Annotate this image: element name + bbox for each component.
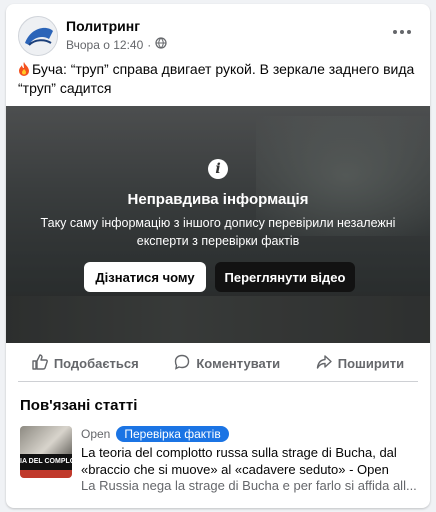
post-meta: Вчора о 12:40 · [66,37,167,52]
thumbnail-caption: IA DEL COMPLO [20,454,72,470]
globe-icon [155,37,167,52]
page-name[interactable]: Политринг [66,18,140,34]
learn-why-button[interactable]: Дізнатися чому [84,262,206,292]
video-preview[interactable]: i Неправдива інформація Таку саму інформ… [6,106,430,343]
related-article[interactable]: IA DEL COMPLO Open Перевірка фактів La t… [20,424,420,494]
share-icon [316,354,332,373]
meta-separator: · [147,37,152,52]
thumbs-up-icon [32,353,48,373]
thumbnail-bar [20,470,72,478]
related-articles-title: Пов'язані статті [20,397,138,414]
post-header: Политринг Вчора о 12:40 · [6,4,430,58]
post-card: Политринг Вчора о 12:40 · Буча: “труп” с… [6,4,430,508]
divider [18,381,418,382]
fire-icon [18,62,30,76]
article-source-line: Open Перевірка фактів [81,426,229,442]
article-thumbnail[interactable]: IA DEL COMPLO [20,426,72,478]
comment-button[interactable]: Коментувати [174,354,280,373]
share-button[interactable]: Поширити [316,354,404,373]
like-label: Подобається [53,355,139,371]
post-body: Буча: “труп” справа двигает рукой. В зер… [18,61,415,96]
post-time[interactable]: Вчора о 12:40 [66,38,143,52]
article-headline[interactable]: La teoria del complotto russa sulla stra… [81,444,420,478]
comment-label: Коментувати [196,355,281,371]
view-video-button[interactable]: Переглянути відео [215,262,355,292]
fact-check-title: Неправдива інформація [127,191,309,208]
post-text: Буча: “труп” справа двигает рукой. В зер… [18,60,418,98]
more-horizontal-icon[interactable] [390,24,414,40]
fact-check-badge: Перевірка фактів [116,426,229,442]
share-label: Поширити [337,355,405,371]
article-snippet: La Russia nega la strage di Bucha e per … [81,478,417,493]
article-source: Open [81,427,111,441]
post-actions: Подобається Коментувати Поширити [6,343,430,383]
thumbnail-image [20,426,72,454]
comment-icon [174,354,190,373]
like-button[interactable]: Подобається [32,353,139,373]
fact-check-description: Таку саму інформацію з іншого допису пер… [40,216,396,248]
info-icon: i [208,159,228,179]
page-avatar[interactable] [18,16,58,56]
